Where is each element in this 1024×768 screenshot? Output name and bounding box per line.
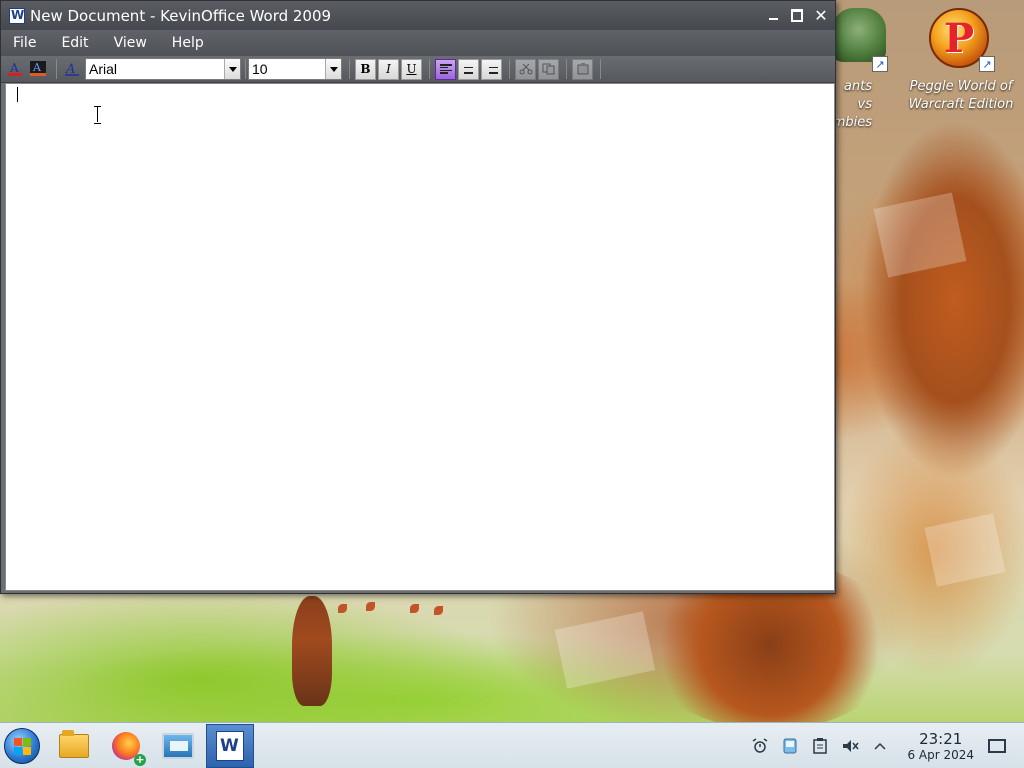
wallpaper-figure <box>292 596 332 706</box>
align-right-icon <box>486 64 498 74</box>
wallpaper-leaf <box>366 602 375 611</box>
window-title: New Document - KevinOffice Word 2009 <box>30 6 332 25</box>
wallpaper-leaf <box>434 606 443 615</box>
font-color-icon: A <box>8 61 22 76</box>
minimize-button[interactable] <box>761 4 785 28</box>
plants-vs-zombies-icon: ↗ <box>832 8 888 72</box>
chevron-down-icon[interactable] <box>325 59 341 79</box>
shortcut-arrow-icon: ↗ <box>979 56 995 72</box>
maximize-button[interactable] <box>785 4 809 28</box>
wallpaper-leaf <box>338 604 347 613</box>
clock-date: 6 Apr 2024 <box>907 748 974 762</box>
toolbar-separator <box>600 59 601 79</box>
desktop-icon-label: Peggle World of <box>909 79 1013 94</box>
chevron-down-icon[interactable] <box>224 59 240 79</box>
desktop-icon-label: Warcraft Edition <box>908 97 1014 112</box>
menu-edit[interactable]: Edit <box>61 35 88 51</box>
start-button[interactable] <box>4 727 40 764</box>
firefox-icon <box>112 731 146 766</box>
close-button[interactable]: ✕ <box>809 4 833 28</box>
peggle-icon: P ↗ <box>929 8 995 72</box>
bold-button[interactable]: B <box>355 58 376 80</box>
alarm-icon[interactable] <box>749 735 771 757</box>
folder-icon <box>59 729 89 758</box>
paste-icon <box>577 63 588 75</box>
volume-muted-icon[interactable] <box>839 735 861 757</box>
network-icon[interactable] <box>779 735 801 757</box>
highlight-color-icon: A <box>30 61 46 76</box>
menu-help[interactable]: Help <box>172 35 204 51</box>
wallpaper-paper-shape <box>554 611 656 689</box>
monitor-icon <box>162 732 194 759</box>
highlight-color-button[interactable]: A <box>28 59 48 79</box>
taskbar-app-word[interactable] <box>206 723 254 768</box>
title-bar[interactable]: New Document - KevinOffice Word 2009 ✕ <box>1 1 835 30</box>
scissors-icon <box>519 63 532 75</box>
word-icon <box>216 730 244 761</box>
font-family-value: Arial <box>89 61 118 77</box>
text-caret <box>17 87 18 102</box>
font-size-select[interactable]: 10 <box>248 58 342 80</box>
shortcut-arrow-icon: ↗ <box>872 56 888 72</box>
chevron-up-icon[interactable] <box>869 735 891 757</box>
word-app-icon <box>9 7 25 24</box>
taskbar-app-system-monitor[interactable] <box>154 724 202 768</box>
clock[interactable]: 23:21 6 Apr 2024 <box>907 730 974 762</box>
toolbar-separator <box>566 59 567 79</box>
copy-button[interactable] <box>538 58 559 80</box>
svg-text:A: A <box>9 61 19 75</box>
align-right-button[interactable] <box>481 58 502 80</box>
toolbar-separator <box>245 59 246 79</box>
align-left-icon <box>439 64 452 74</box>
menu-view[interactable]: View <box>114 35 147 51</box>
paste-button[interactable] <box>572 58 593 80</box>
underline-button[interactable]: U <box>401 58 422 80</box>
toolbar-separator <box>509 59 510 79</box>
style-button[interactable]: A <box>62 59 82 79</box>
font-color-button[interactable]: A <box>5 59 25 79</box>
desktop-icon-peggle[interactable]: P ↗ Peggle World of Warcraft Edition <box>906 8 1016 114</box>
cut-button[interactable] <box>515 58 536 80</box>
align-left-button[interactable] <box>435 58 456 80</box>
word-window: New Document - KevinOffice Word 2009 ✕ F… <box>0 0 836 594</box>
clock-time: 23:21 <box>919 730 963 748</box>
toolbar-separator <box>56 59 57 79</box>
ibeam-cursor-icon <box>94 106 102 124</box>
taskbar-app-firefox[interactable] <box>102 724 150 768</box>
align-center-icon <box>463 64 475 74</box>
toolbar-separator <box>349 59 350 79</box>
wallpaper-leaf <box>410 604 419 613</box>
align-center-button[interactable] <box>458 58 479 80</box>
toolbar-separator <box>429 59 430 79</box>
taskbar-app-file-manager[interactable] <box>50 724 98 768</box>
italic-button[interactable]: I <box>378 58 399 80</box>
menu-bar: File Edit View Help <box>1 30 835 56</box>
style-icon: A <box>65 62 79 77</box>
format-toolbar: A A A Arial 10 B I U <box>1 56 835 83</box>
font-family-select[interactable]: Arial <box>85 58 241 80</box>
notifications-button[interactable] <box>988 739 1006 753</box>
font-size-value: 10 <box>252 61 268 77</box>
copy-icon <box>542 63 554 75</box>
document-editor[interactable] <box>5 83 835 591</box>
clipboard-icon[interactable] <box>809 735 831 757</box>
menu-file[interactable]: File <box>13 35 36 51</box>
svg-text:A: A <box>32 61 42 74</box>
taskbar: 23:21 6 Apr 2024 <box>0 722 1024 768</box>
system-tray: 23:21 6 Apr 2024 <box>745 723 1024 768</box>
